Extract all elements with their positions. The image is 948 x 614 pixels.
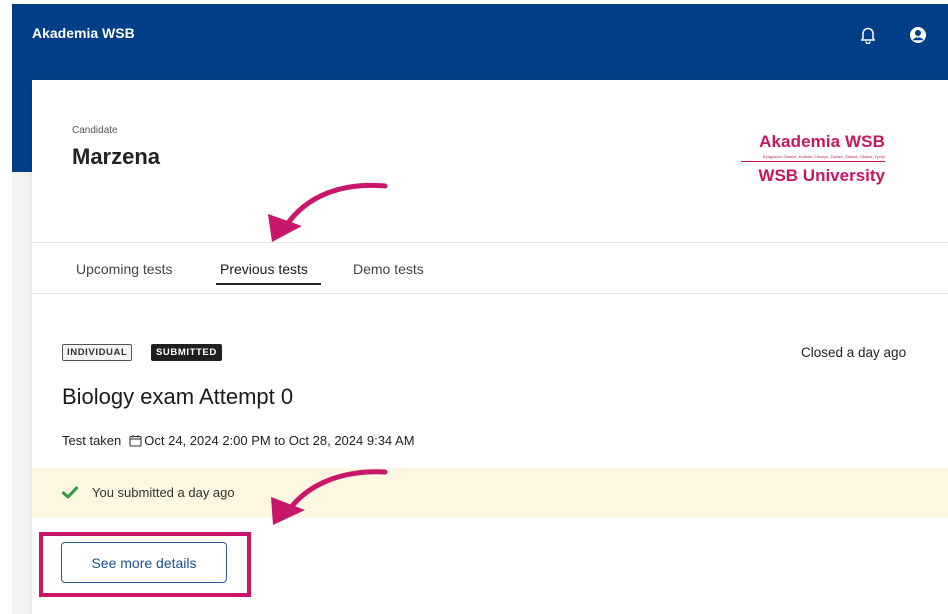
page-gutter [12, 172, 32, 614]
candidate-name: Marzena [72, 144, 161, 169]
logo-subline: Bydgoszcz Gliwice, Kraków, Cieszyn, Żywi… [763, 154, 885, 159]
test-taken-row: Test taken Oct 24, 2024 2:00 PM to Oct 2… [62, 433, 415, 448]
check-icon [62, 486, 78, 499]
see-more-details-button[interactable]: See more details [61, 542, 227, 583]
exam-title: Biology exam Attempt 0 [62, 384, 294, 409]
tabs-divider-top [32, 242, 948, 243]
account-circle-icon[interactable] [909, 26, 927, 44]
logo-title-bottom: WSB University [758, 166, 885, 185]
individual-badge: INDIVIDUAL [62, 344, 133, 361]
candidate-label: Candidate [72, 125, 118, 136]
submission-status-text: You submitted a day ago [92, 485, 235, 500]
calendar-icon [129, 435, 142, 447]
submitted-badge: SUBMITTED [151, 344, 222, 361]
bell-icon[interactable] [860, 26, 876, 44]
tab-upcoming-tests[interactable]: Upcoming tests [76, 261, 172, 277]
logo-rule [741, 161, 885, 162]
logo-title-top: Akademia WSB [759, 132, 885, 151]
closed-status: Closed a day ago [801, 345, 907, 360]
tab-demo-tests[interactable]: Demo tests [353, 261, 424, 277]
university-logo: Akademia WSB Bydgoszcz Gliwice, Kraków, … [741, 132, 885, 186]
test-taken-label: Test taken [62, 433, 122, 448]
active-tab-indicator [216, 283, 321, 285]
tab-previous-tests[interactable]: Previous tests [220, 261, 308, 277]
tabs-divider-bottom [32, 293, 948, 294]
app-title: Akademia WSB [32, 25, 135, 41]
test-taken-range: Oct 24, 2024 2:00 PM to Oct 28, 2024 9:3… [144, 433, 415, 448]
